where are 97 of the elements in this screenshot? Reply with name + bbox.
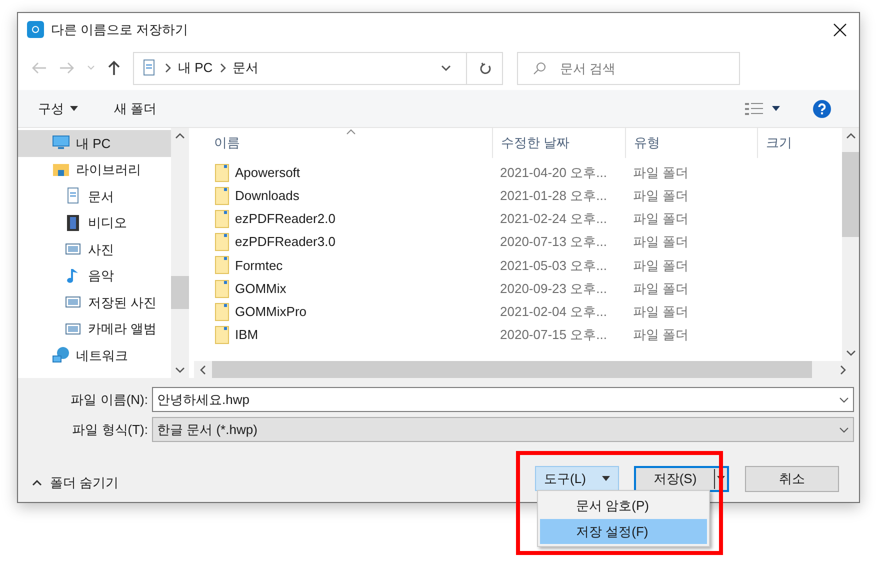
help-icon[interactable] [813,100,831,118]
breadcrumb-item[interactable]: 문서 [232,58,259,78]
folder-icon [215,302,229,321]
refresh-icon[interactable] [478,62,490,74]
file-name: ezPDFReader3.0 [235,233,336,252]
sidebar-item[interactable]: 카메라 앨범 [18,316,172,342]
chevron-down-icon[interactable] [839,397,849,403]
file-name: Apowersoft [235,164,300,182]
date-cell-text: 2020-07-13 오후... [499,233,608,252]
date-cell-text: 2020-07-15 오후... [499,326,608,344]
tools-button[interactable]: 도구(L) [535,466,619,492]
chevron-down-icon[interactable] [441,64,451,72]
network-icon [52,346,70,364]
file-row[interactable]: Downloads 2021-01-28 오후... 파일 폴더 [194,184,842,208]
sidebar-item[interactable]: 비디오 [18,210,172,236]
filename-field[interactable]: 안녕하세요.hwp [152,387,854,412]
cancel-button[interactable]: 취소 [745,466,839,492]
chevron-left-icon[interactable] [200,364,206,374]
folder-icon [215,210,229,228]
file-name: GOMMixPro [235,302,306,321]
chevron-down-icon[interactable] [175,367,186,373]
file-name: IBM [235,326,258,344]
file-name: ezPDFReader2.0 [235,210,336,228]
breadcrumb-item[interactable]: 내 PC [178,58,213,78]
folder-icon [215,233,229,252]
field-label: 파일 형식(T): [71,420,149,439]
column-header[interactable]: 수정한 날짜 [492,128,625,158]
organize-button[interactable]: 구성 [38,98,78,118]
file-row[interactable]: Formtec 2021-05-03 오후... 파일 폴더 [194,254,842,277]
type-cell-text: 파일 폴더 [632,302,690,321]
type-cell-text: 파일 폴더 [632,210,690,228]
hide-folders-button[interactable]: 폴더 숨기기 [32,473,119,492]
date-cell-text: 2021-02-04 오후... [499,302,608,321]
file-row[interactable]: ezPDFReader2.0 2021-02-24 오후... 파일 폴더 [194,207,842,231]
caret-down-icon [602,476,610,482]
folder-icon [215,186,229,205]
file-name: GOMMix [235,280,286,298]
scrollbar[interactable] [171,128,190,378]
view-list-icon[interactable] [745,102,763,116]
file-name: Formtec [235,256,283,275]
caret-down-icon[interactable] [772,106,780,111]
chevron-right-icon[interactable] [165,63,171,73]
up-arrow-icon[interactable] [107,60,121,76]
type-cell-text: 파일 폴더 [632,233,690,252]
sidebar-item[interactable]: 음악 [18,262,172,289]
chevron-down-icon [839,426,849,432]
column-header[interactable]: 유형 [625,128,757,158]
sidebar-item[interactable]: 사진 [18,236,172,262]
file-row[interactable]: GOMMix 2020-09-23 오후... 파일 폴더 [194,276,842,300]
new-folder-button[interactable]: 새 폴더 [114,98,157,118]
sidebar-item[interactable]: 네트워크 [18,342,172,368]
type-cell-text: 파일 폴더 [632,326,690,344]
chevron-up-icon[interactable] [846,133,856,139]
sidebar-item[interactable]: 라이브러리 [18,156,172,183]
search-field[interactable]: 문서 검색 [517,52,740,84]
date-cell-text: 2021-02-24 오후... [499,210,608,228]
folder-icon [215,164,229,182]
file-name: Downloads [235,187,300,206]
type-cell-text: 파일 폴더 [632,164,690,182]
field-label: 파일 이름(N): [70,390,149,409]
file-row[interactable]: Apowersoft 2021-04-20 오후... 파일 폴더 [194,161,842,184]
chevron-down-icon[interactable] [846,350,856,356]
window-title: 다른 이름으로 저장하기 [51,20,188,39]
sidebar-item[interactable]: 문서 [18,183,172,210]
chevron-right-icon[interactable] [220,63,226,73]
app-icon [27,21,44,38]
date-cell-text: 2021-01-28 오후... [499,187,608,206]
film-icon [64,214,82,232]
type-cell-text: 파일 폴더 [632,256,690,275]
address-bar[interactable]: 내 PC 문서 [133,52,503,84]
column-header[interactable]: 이름 [194,128,492,158]
file-row[interactable]: ezPDFReader3.0 2020-07-13 오후... 파일 폴더 [194,230,842,254]
menu-item[interactable]: 저장 설정(F) [540,519,707,544]
date-cell-text: 2021-05-03 오후... [499,256,608,275]
chevron-up-icon [32,480,42,486]
chevron-right-icon[interactable] [840,364,846,374]
folder-icon [215,326,229,344]
type-cell-text: 파일 폴더 [632,280,690,298]
sidebar-item[interactable]: 내 PC [18,130,172,156]
scrollbar-thumb[interactable] [171,276,190,309]
file-row[interactable]: IBM 2020-07-15 오후... 파일 폴더 [194,323,842,346]
folder-icon [215,256,229,274]
search-icon [533,62,546,74]
sidebar-item[interactable]: 저장된 사진 [18,289,172,316]
folder-icon [215,280,229,298]
file-row[interactable]: GOMMixPro 2021-02-04 오후... 파일 폴더 [194,300,842,324]
filetype-dropdown[interactable]: 한글 문서 (*.hwp) [152,417,854,442]
sort-up-icon [346,129,356,135]
menu-item[interactable]: 문서 암호(P) [540,493,707,518]
date-cell-text: 2021-04-20 오후... [499,164,608,182]
scrollbar-thumb[interactable] [842,152,859,237]
close-icon[interactable] [833,22,847,36]
chevron-up-icon[interactable] [175,133,186,139]
type-cell-text: 파일 폴더 [632,187,690,206]
caret-down-icon [70,106,78,111]
scrollbar[interactable] [842,128,859,361]
date-cell-text: 2020-09-23 오후... [499,280,608,298]
